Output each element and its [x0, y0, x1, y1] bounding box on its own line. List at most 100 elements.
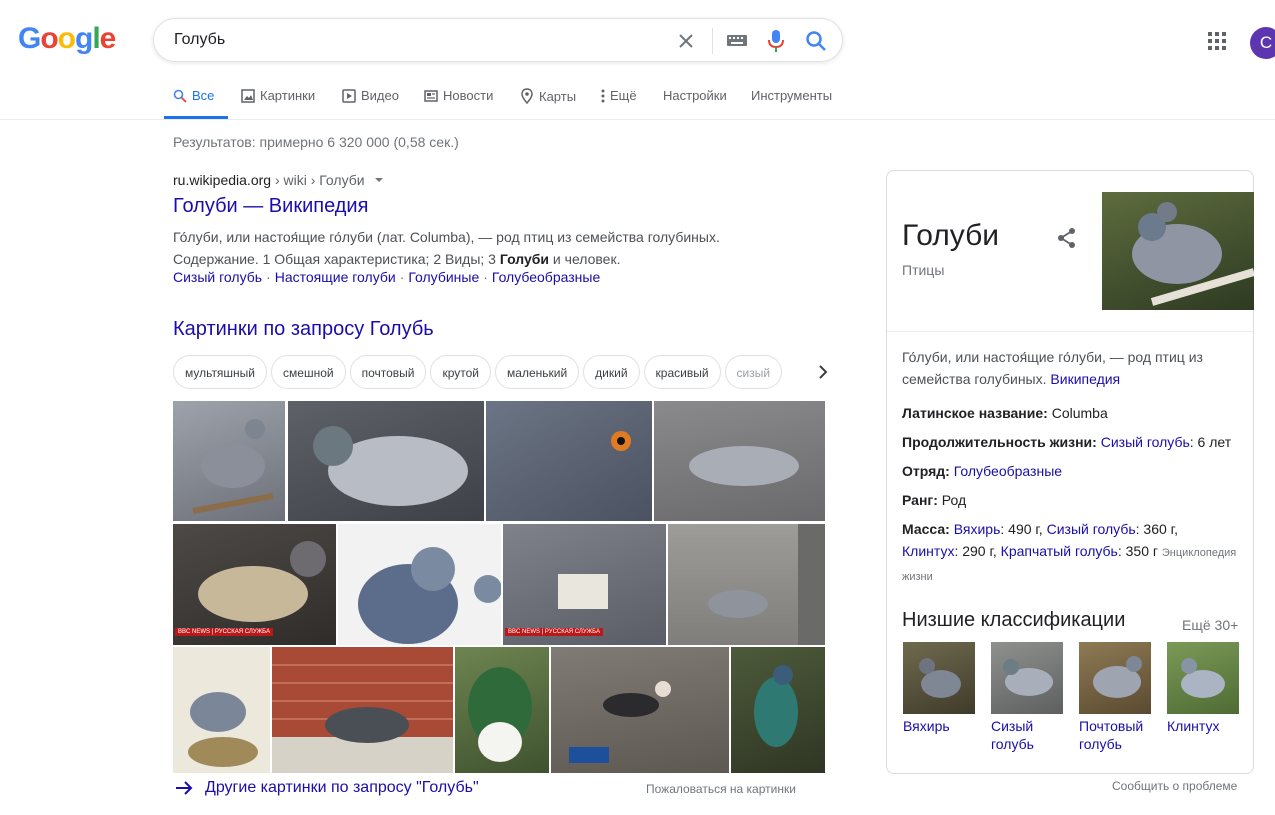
image-thumbnail[interactable]: [654, 401, 825, 521]
tab-more[interactable]: Ещё: [601, 88, 637, 103]
kp-subtitle: Птицы: [902, 262, 945, 278]
subclass-image[interactable]: [991, 642, 1063, 714]
subclass-label[interactable]: Сизый голубь: [991, 717, 1051, 753]
chip[interactable]: смешной: [271, 355, 346, 389]
kp-fact-lifespan: Продолжительность жизни: Сизый голубь: 6…: [902, 434, 1232, 450]
kp-divider: [887, 331, 1253, 332]
search-input[interactable]: Голубь: [174, 31, 225, 49]
chevron-right-icon[interactable]: [818, 364, 828, 385]
report-problem-link[interactable]: Сообщить о проблеме: [1112, 779, 1237, 793]
search-icon[interactable]: [805, 30, 827, 57]
more-images-link[interactable]: Другие картинки по запросу "Голубь": [175, 779, 479, 797]
result-domain: ru.wikipedia.org: [173, 172, 272, 188]
tab-maps[interactable]: Карты: [520, 88, 576, 104]
apps-grid-icon[interactable]: [1208, 32, 1226, 55]
result-title-link[interactable]: Голуби — Википедия: [173, 195, 368, 218]
kp-fact-mass: Масса: Вяхирь: 490 г, Сизый голубь: 360 …: [902, 521, 1237, 583]
tab-video[interactable]: Видео: [342, 88, 399, 103]
result-cite[interactable]: ru.wikipedia.org › wiki › Голуби: [173, 172, 384, 188]
image-thumbnail[interactable]: [486, 401, 652, 521]
kp-source-link[interactable]: Википедия: [1050, 371, 1120, 387]
tab-tools[interactable]: Инструменты: [751, 88, 832, 103]
kp-link[interactable]: Вяхирь: [954, 521, 1001, 537]
close-icon[interactable]: [676, 31, 696, 56]
more-vert-icon: [601, 89, 605, 102]
chip[interactable]: сизый: [724, 355, 783, 389]
active-tab-indicator: [164, 116, 228, 119]
snippet-line: Содержание. 1 Общая характеристика; 2 Ви…: [173, 251, 621, 267]
kp-link[interactable]: Клинтух: [902, 543, 954, 559]
kp-subclass-title: Низшие классификации: [902, 609, 1126, 631]
sitelinks: Сизый голубь · Настоящие голуби · Голубиные ·…: [173, 269, 601, 285]
chip[interactable]: дикий: [583, 355, 640, 389]
subclass-image[interactable]: [903, 642, 975, 714]
chip[interactable]: красивый: [643, 355, 721, 389]
caret-down-icon[interactable]: [374, 175, 384, 185]
sitelink[interactable]: Голубиные: [408, 269, 479, 285]
image-thumbnail[interactable]: [288, 401, 484, 521]
mic-icon[interactable]: [766, 29, 786, 58]
kp-subclass-more[interactable]: Ещё 30+: [1182, 617, 1238, 633]
kp-link[interactable]: Крапчатый голубь: [1001, 543, 1118, 559]
tab-all[interactable]: Все: [173, 88, 214, 103]
image-thumbnail[interactable]: [173, 647, 270, 773]
images-section-title[interactable]: Картинки по запросу Голубь: [173, 318, 434, 341]
refinement-chips: мультяшный смешной почтовый крутой маленький…: [173, 355, 803, 391]
kp-fact-order: Отряд: Голубеобразные: [902, 463, 1063, 479]
image-thumbnail[interactable]: BBC NEWS | РУССКАЯ СЛУЖБА: [173, 524, 336, 645]
chip[interactable]: почтовый: [349, 355, 427, 389]
google-logo[interactable]: Google: [18, 22, 116, 56]
subclass-label[interactable]: Клинтух: [1167, 717, 1247, 735]
snippet-bold: Голуби: [499, 251, 550, 267]
kp-link[interactable]: Сизый голубь: [1101, 434, 1190, 450]
knowledge-panel: Голуби Птицы Го́луби, или настоя́щие го́…: [886, 170, 1254, 774]
report-images-link[interactable]: Пожаловаться на картинки: [646, 782, 796, 796]
bbc-badge: BBC NEWS | РУССКАЯ СЛУЖБА: [505, 628, 603, 636]
subclass-label[interactable]: Почтовый голубь: [1079, 717, 1159, 753]
tab-settings[interactable]: Настройки: [663, 88, 727, 103]
search-box[interactable]: Голубь: [153, 18, 843, 62]
image-thumbnail[interactable]: [455, 647, 549, 773]
image-thumbnail[interactable]: [173, 401, 285, 521]
image-grid: BBC NEWS | РУССКАЯ СЛУЖБА BBC NEWS | РУС…: [173, 401, 825, 773]
kp-main-image[interactable]: [1102, 192, 1254, 310]
result-path: › wiki › Голуби: [271, 172, 365, 188]
tab-images[interactable]: Картинки: [241, 88, 315, 103]
kp-link[interactable]: Сизый голубь: [1047, 521, 1136, 537]
keyboard-icon[interactable]: [726, 32, 748, 53]
image-thumbnail[interactable]: [551, 647, 729, 773]
kp-fact-latin: Латинское название: Columba: [902, 405, 1108, 421]
video-icon: [342, 88, 356, 103]
sitelink[interactable]: Настоящие голуби: [275, 269, 396, 285]
snippet-line: Го́луби, или настоя́щие го́луби (лат. Co…: [173, 229, 720, 245]
chip[interactable]: маленький: [495, 355, 580, 389]
image-thumbnail[interactable]: [668, 524, 825, 645]
image-thumbnail[interactable]: BBC NEWS | РУССКАЯ СЛУЖБА: [503, 524, 666, 645]
result-snippet: Го́луби, или настоя́щие го́луби (лат. Co…: [173, 226, 773, 270]
search-icon: [173, 89, 187, 103]
map-pin-icon: [521, 88, 533, 104]
subclass-label[interactable]: Вяхирь: [903, 717, 983, 735]
image-thumbnail[interactable]: [338, 524, 501, 645]
share-icon[interactable]: [1057, 227, 1077, 254]
chip[interactable]: мультяшный: [173, 355, 268, 389]
image-thumbnail[interactable]: [731, 647, 825, 773]
news-icon: [424, 89, 438, 102]
kp-link[interactable]: Голубеобразные: [954, 463, 1062, 479]
avatar[interactable]: С: [1250, 27, 1275, 59]
subclass-image[interactable]: [1167, 642, 1239, 714]
image-icon: [241, 88, 255, 103]
kp-description: Го́луби, или настоя́щие го́луби, — род п…: [902, 349, 1203, 387]
image-thumbnail[interactable]: [272, 647, 453, 773]
sitelink[interactable]: Сизый голубь: [173, 269, 262, 285]
arrow-right-icon: [176, 781, 193, 795]
result-stats: Результатов: примерно 6 320 000 (0,58 се…: [173, 134, 459, 150]
kp-fact-rank: Ранг: Род: [902, 492, 967, 508]
chip[interactable]: крутой: [430, 355, 492, 389]
kp-title: Голуби: [902, 219, 1000, 252]
bbc-badge: BBC NEWS | РУССКАЯ СЛУЖБА: [175, 628, 273, 636]
tab-news[interactable]: Новости: [424, 88, 493, 103]
subclass-image[interactable]: [1079, 642, 1151, 714]
search-divider: [712, 28, 713, 54]
sitelink[interactable]: Голубеобразные: [492, 269, 600, 285]
